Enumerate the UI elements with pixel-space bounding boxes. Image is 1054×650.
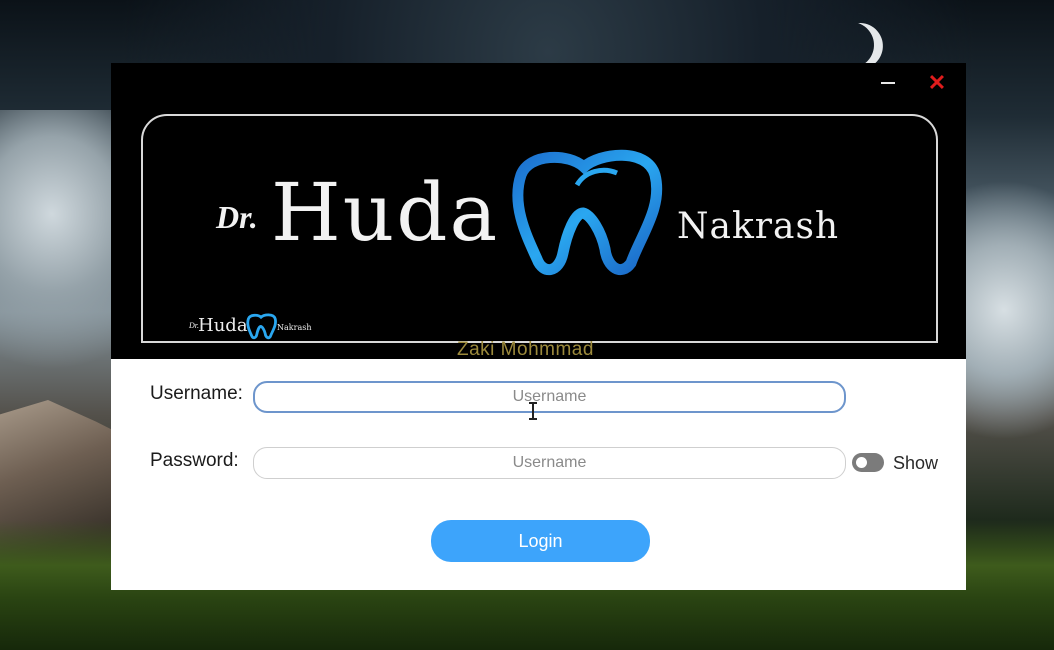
text-cursor-icon <box>529 402 537 420</box>
logo-name: Huda <box>271 166 500 259</box>
toggle-knob <box>856 457 867 468</box>
mini-logo-surname: Nakrash <box>277 323 312 332</box>
login-button[interactable]: Login <box>431 520 650 562</box>
header-banner: ✕ Dr. Huda Nakrash Dr. Huda Nakrash <box>111 63 966 359</box>
minimize-button[interactable] <box>876 71 900 95</box>
close-button[interactable]: ✕ <box>925 71 949 95</box>
tooth-icon <box>512 149 663 275</box>
show-password-toggle[interactable] <box>852 453 884 472</box>
mini-tooth-icon <box>246 313 277 340</box>
username-input[interactable] <box>253 381 846 413</box>
username-label: Username: <box>150 383 243 404</box>
password-label: Password: <box>150 450 239 471</box>
mini-logo-name: Huda <box>198 315 248 336</box>
logo-surname: Nakrash <box>677 206 840 247</box>
mini-logo: Dr. Huda Nakrash <box>189 313 339 340</box>
login-window: ✕ Dr. Huda Nakrash Dr. Huda Nakrash Zaki… <box>111 63 966 590</box>
password-input[interactable] <box>253 447 846 479</box>
watermark-text: Zaki Mohmmad <box>457 339 594 360</box>
show-password-label: Show <box>893 453 939 473</box>
logo-prefix: Dr. <box>216 199 258 235</box>
